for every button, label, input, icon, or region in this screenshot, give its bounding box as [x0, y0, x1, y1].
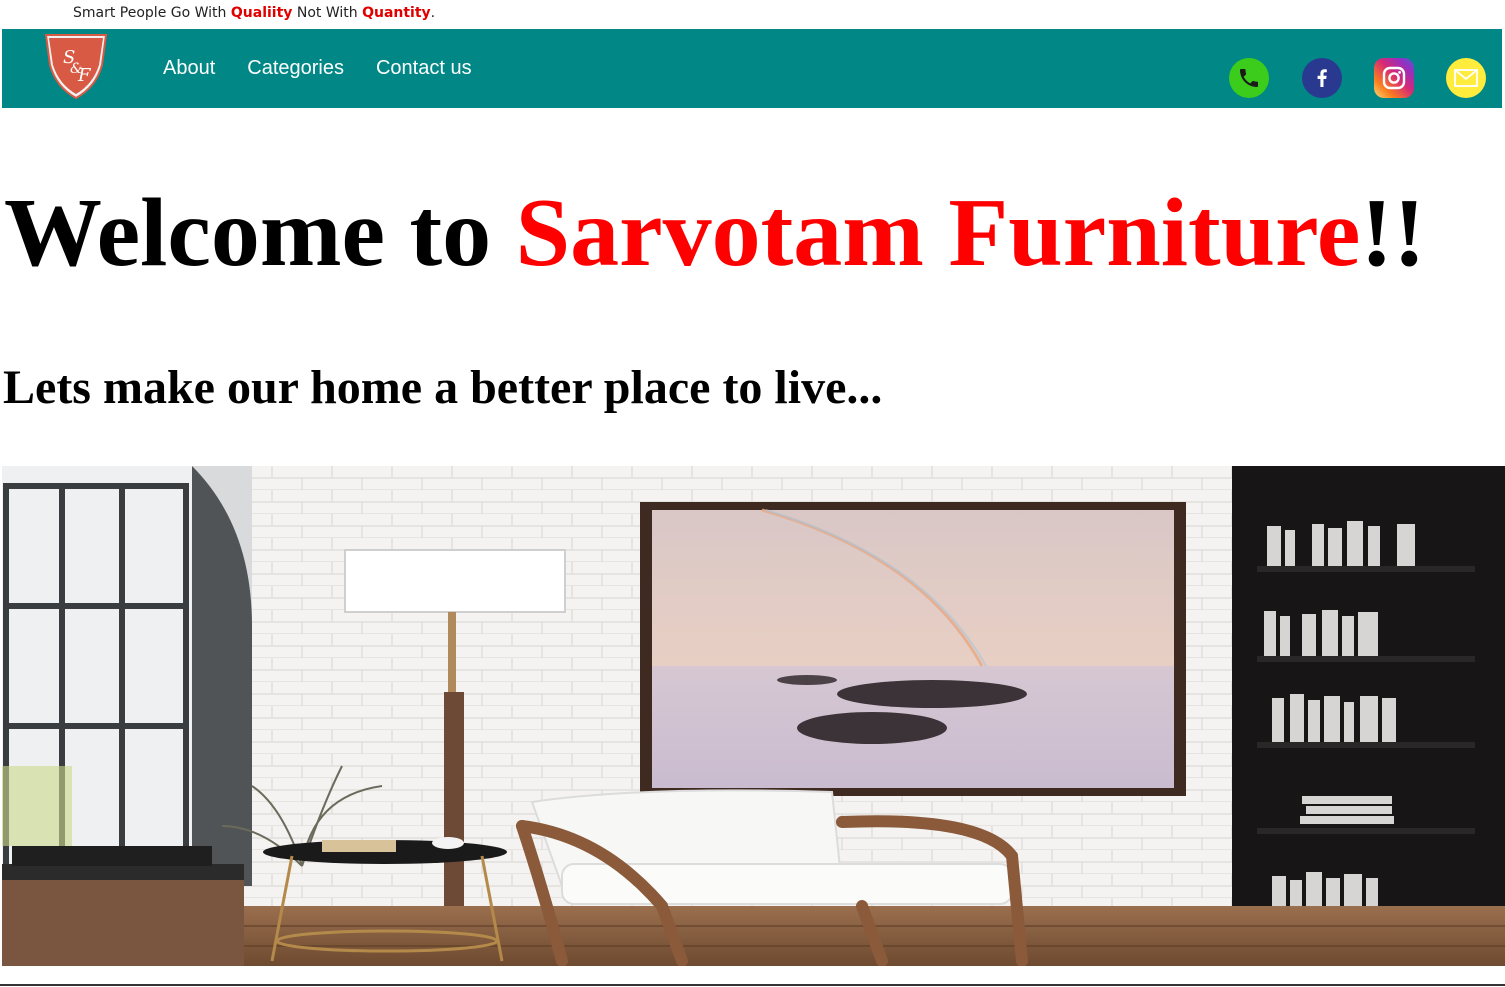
- page-divider: [0, 984, 1505, 986]
- slogan-middle: Not With: [292, 5, 363, 21]
- tagline: Lets make our home a better place to liv…: [3, 361, 883, 414]
- slogan-text: Smart People Go With Qualiity Not With Q…: [73, 5, 435, 21]
- brand-name: Sarvotam Furniture: [515, 179, 1361, 287]
- nav-links: About Categories Contact us: [163, 57, 472, 80]
- hero-room-image: [2, 466, 1505, 966]
- slogan-prefix: Smart People Go With: [73, 5, 231, 21]
- mail-icon[interactable]: [1446, 58, 1486, 98]
- welcome-prefix: Welcome to: [4, 179, 516, 287]
- nav-link-categories[interactable]: Categories: [247, 57, 344, 80]
- facebook-icon[interactable]: [1302, 58, 1342, 98]
- welcome-suffix: !!: [1360, 179, 1426, 287]
- slogan-suffix: .: [430, 5, 436, 21]
- instagram-icon[interactable]: [1374, 58, 1414, 98]
- navbar: S & F About Categories Contact us: [2, 29, 1502, 108]
- nav-link-about[interactable]: About: [163, 57, 215, 80]
- sf-shield-logo-icon[interactable]: S & F: [40, 31, 112, 101]
- welcome-heading: Welcome to Sarvotam Furniture!!: [4, 178, 1426, 288]
- slogan-quantity: Quantity: [362, 5, 431, 21]
- slogan-quality: Qualiity: [230, 5, 293, 21]
- nav-link-contact-us[interactable]: Contact us: [376, 57, 472, 80]
- phone-icon[interactable]: [1229, 58, 1269, 98]
- svg-text:F: F: [77, 65, 92, 86]
